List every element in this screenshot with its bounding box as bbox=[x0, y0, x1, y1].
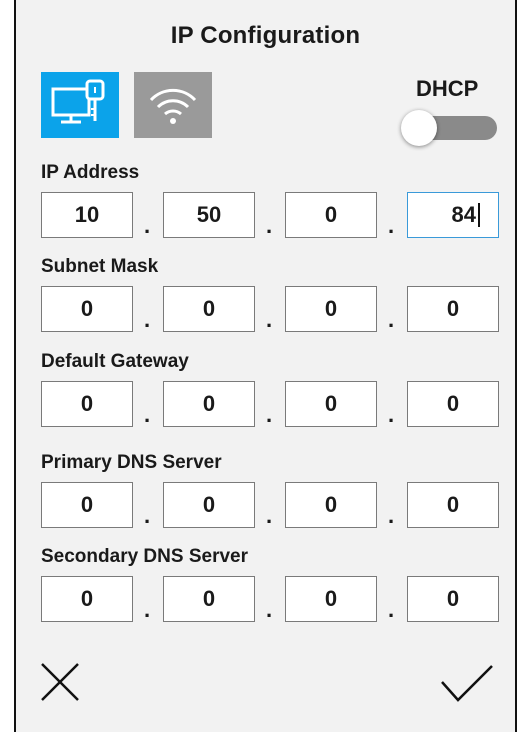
primary-dns-octet-3[interactable]: 0 bbox=[285, 482, 377, 528]
dhcp-label: DHCP bbox=[416, 76, 479, 101]
dialog-title: IP Configuration bbox=[170, 22, 361, 49]
secondary-dns-octet-3[interactable]: 0 bbox=[285, 576, 377, 622]
secondary-dns-octet-1[interactable]: 0 bbox=[41, 576, 133, 622]
octet-separator: . bbox=[265, 213, 273, 238]
ip-address-octet-4[interactable]: 84 bbox=[407, 192, 499, 238]
wifi-connection-tab[interactable] bbox=[134, 72, 212, 138]
octet-separator: . bbox=[265, 307, 273, 332]
octet-separator: . bbox=[143, 213, 151, 238]
close-icon bbox=[41, 663, 79, 701]
octet-separator: . bbox=[143, 503, 151, 528]
ethernet-monitor-icon bbox=[51, 79, 105, 124]
ip-address-label: IP Address bbox=[41, 162, 140, 183]
default-gateway-octet-3[interactable]: 0 bbox=[285, 381, 377, 427]
octet-separator: . bbox=[143, 307, 151, 332]
ip-address-octet-1[interactable]: 10 bbox=[41, 192, 133, 238]
wired-connection-tab[interactable] bbox=[41, 72, 119, 138]
subnet-mask-octet-4[interactable]: 0 bbox=[407, 286, 499, 332]
secondary-dns-octet-4[interactable]: 0 bbox=[407, 576, 499, 622]
octet-separator: . bbox=[143, 597, 151, 622]
octet-separator: . bbox=[265, 503, 273, 528]
default-gateway-octet-1[interactable]: 0 bbox=[41, 381, 133, 427]
primary-dns-label: Primary DNS Server bbox=[41, 452, 222, 473]
primary-dns-octet-1[interactable]: 0 bbox=[41, 482, 133, 528]
default-gateway-octet-4[interactable]: 0 bbox=[407, 381, 499, 427]
octet-separator: . bbox=[387, 503, 395, 528]
primary-dns-octet-2[interactable]: 0 bbox=[163, 482, 255, 528]
subnet-mask-octet-1[interactable]: 0 bbox=[41, 286, 133, 332]
checkmark-icon bbox=[441, 665, 493, 702]
secondary-dns-octet-2[interactable]: 0 bbox=[163, 576, 255, 622]
text-caret bbox=[478, 203, 480, 227]
primary-dns-octet-4[interactable]: 0 bbox=[407, 482, 499, 528]
default-gateway-label: Default Gateway bbox=[41, 351, 189, 372]
octet-separator: . bbox=[265, 597, 273, 622]
ip-address-octet-2[interactable]: 50 bbox=[163, 192, 255, 238]
wifi-icon bbox=[149, 88, 197, 124]
octet-separator: . bbox=[387, 402, 395, 427]
ip-address-octet-3[interactable]: 0 bbox=[285, 192, 377, 238]
octet-separator: . bbox=[265, 402, 273, 427]
subnet-mask-label: Subnet Mask bbox=[41, 256, 159, 277]
dhcp-toggle-knob bbox=[401, 110, 437, 146]
octet-separator: . bbox=[143, 402, 151, 427]
octet-separator: . bbox=[387, 597, 395, 622]
dhcp-toggle[interactable] bbox=[401, 110, 497, 146]
secondary-dns-label: Secondary DNS Server bbox=[41, 546, 248, 567]
default-gateway-octet-2[interactable]: 0 bbox=[163, 381, 255, 427]
cancel-button[interactable] bbox=[30, 652, 90, 712]
subnet-mask-octet-3[interactable]: 0 bbox=[285, 286, 377, 332]
octet-separator: . bbox=[387, 307, 395, 332]
octet-separator: . bbox=[387, 213, 395, 238]
subnet-mask-octet-2[interactable]: 0 bbox=[163, 286, 255, 332]
ip-config-dialog: IP Configuration DHCP IP Address 10 . 50 bbox=[14, 0, 517, 732]
confirm-button[interactable] bbox=[436, 652, 496, 712]
